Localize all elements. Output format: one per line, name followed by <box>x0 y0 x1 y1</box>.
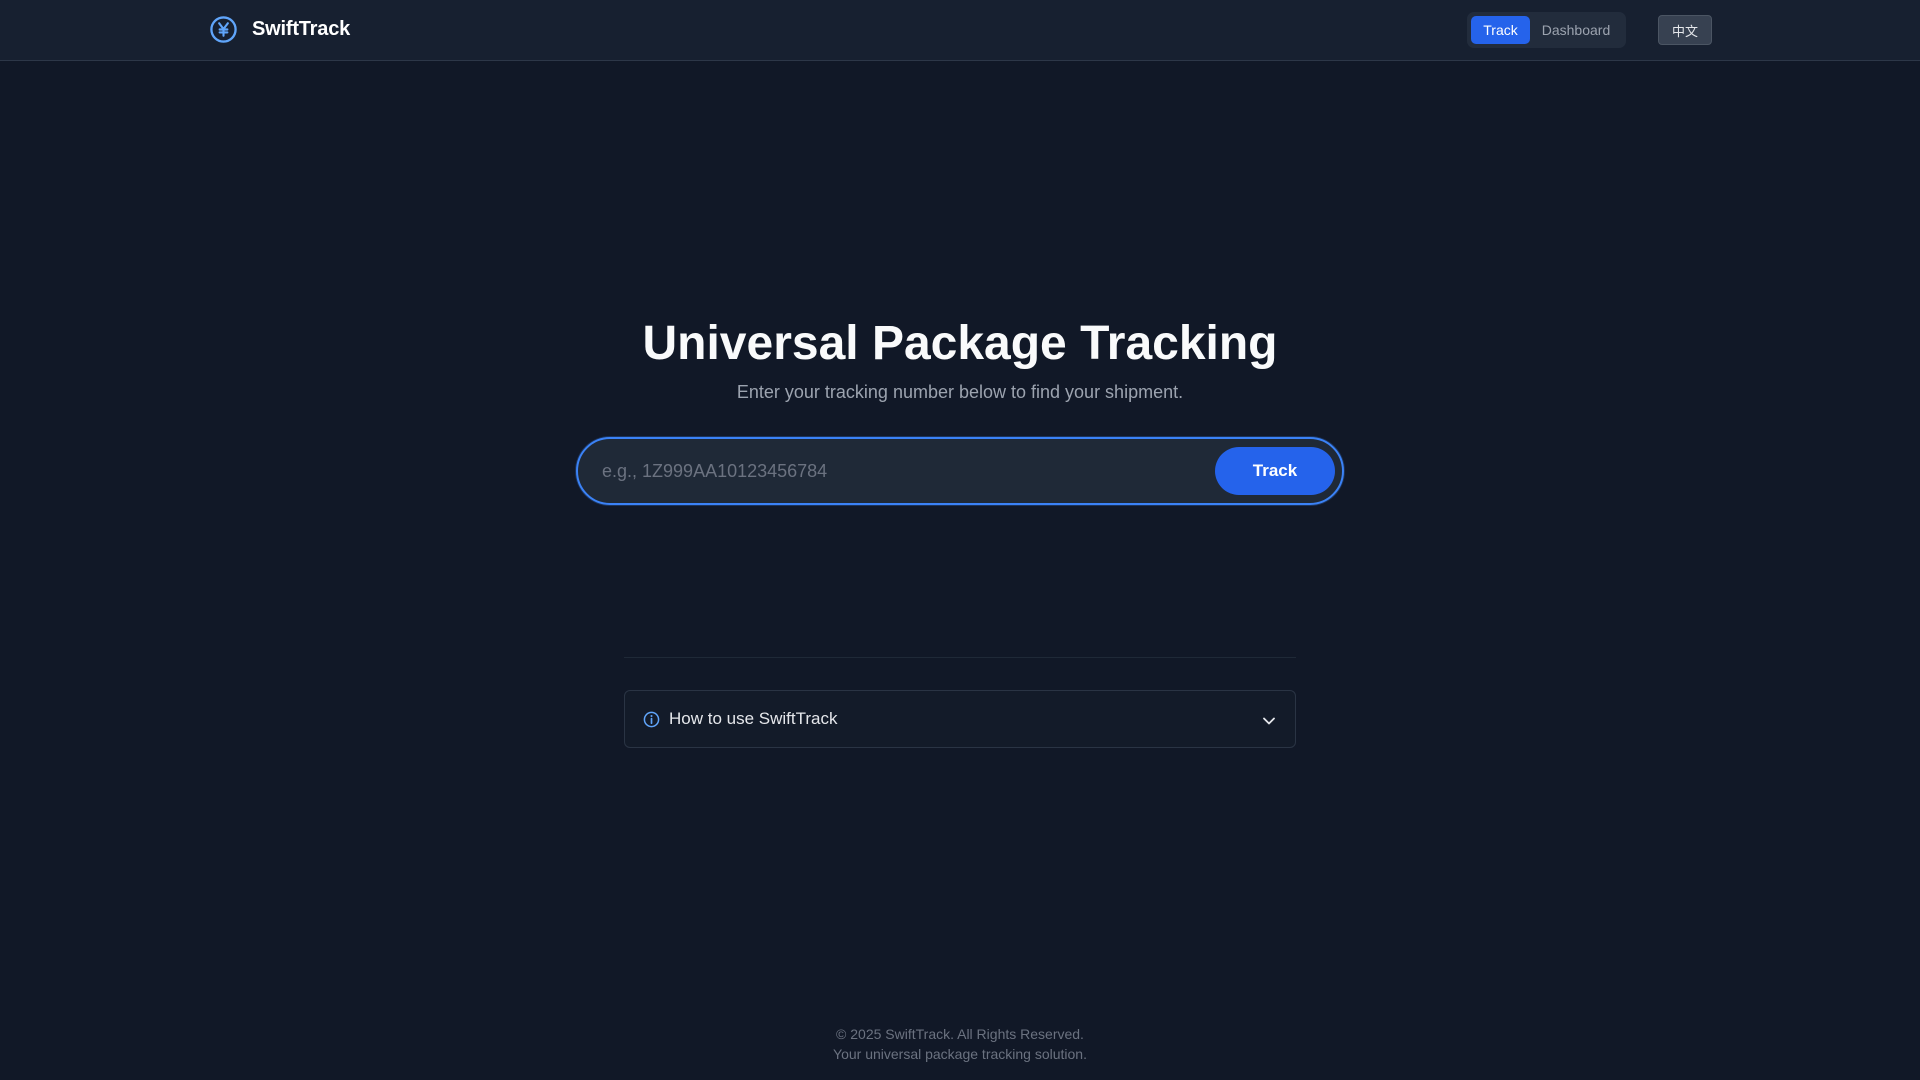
page-subtitle: Enter your tracking number below to find… <box>736 382 1184 402</box>
section-divider <box>624 657 1296 658</box>
footer-tagline: Your universal package tracking solution… <box>833 1046 1087 1062</box>
track-button[interactable]: Track <box>1215 447 1335 495</box>
view-toggle: Track Dashboard <box>1467 12 1626 48</box>
top-navbar: SwiftTrack Track Dashboard 中文 <box>0 0 1920 61</box>
page-title: Universal Package Tracking <box>642 317 1278 370</box>
copyright-text: © 2025 SwiftTrack. All Rights Reserved. <box>836 1026 1084 1042</box>
tracking-number-input[interactable] <box>600 439 1180 503</box>
language-switch-button[interactable]: 中文 <box>1658 15 1712 45</box>
info-icon <box>643 711 660 728</box>
tab-track[interactable]: Track <box>1471 16 1530 44</box>
tab-dashboard[interactable]: Dashboard <box>1530 16 1622 44</box>
page-footer: © 2025 SwiftTrack. All Rights Reserved. … <box>0 1024 1920 1064</box>
how-to-use-label: How to use SwiftTrack <box>669 709 838 728</box>
brand[interactable]: SwiftTrack <box>209 15 350 44</box>
yen-circle-icon <box>210 16 237 43</box>
how-to-use-accordion[interactable]: How to use SwiftTrack <box>624 690 1296 748</box>
brand-name: SwiftTrack <box>252 18 351 40</box>
chevron-down-icon <box>1263 717 1275 725</box>
tracking-search-bar: Track <box>576 437 1344 505</box>
